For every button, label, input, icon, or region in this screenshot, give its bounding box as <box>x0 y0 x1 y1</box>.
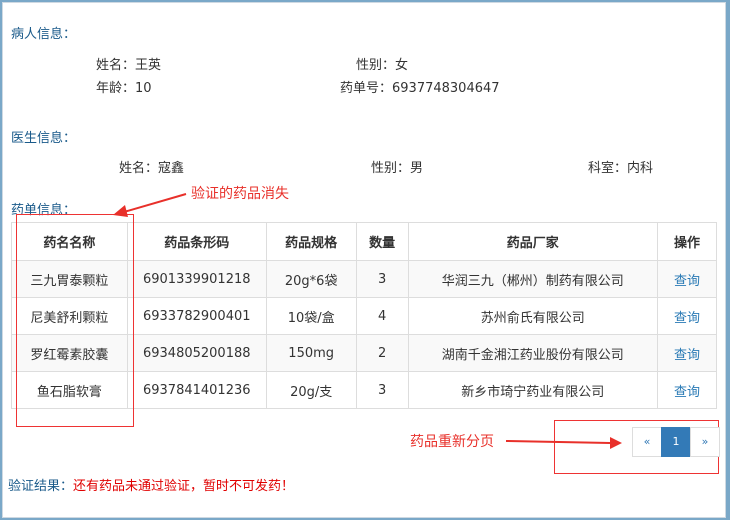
result-message: 还有药品未通过验证，暂时不可发药！ <box>73 479 295 494</box>
annotation-drug-disappear: 验证的药品消失 <box>191 186 289 202</box>
annotation-repaginate: 药品重新分页 <box>410 434 494 450</box>
arrow-icon <box>113 193 187 217</box>
pagination-prev-button[interactable]: « <box>632 427 662 457</box>
arrow-icon <box>505 437 622 449</box>
pagination-page-button[interactable]: 1 <box>661 427 691 457</box>
annotation-arrows <box>113 193 622 449</box>
verification-result: 验证结果：还有药品未通过验证，暂时不可发药！ <box>8 475 294 494</box>
result-label: 验证结果： <box>8 479 74 494</box>
pagination-next-button[interactable]: » <box>690 427 720 457</box>
pagination: « 1 » <box>632 427 720 457</box>
